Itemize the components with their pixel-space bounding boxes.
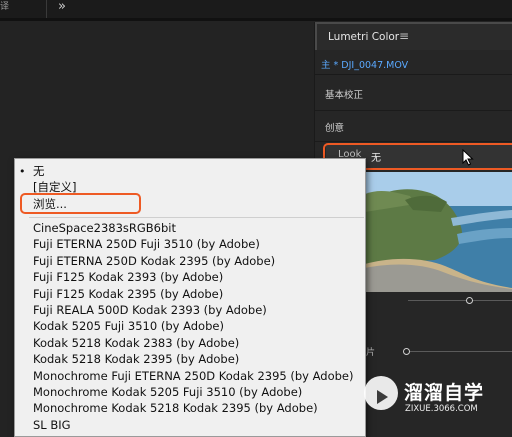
slider-knob-2[interactable] [403,348,410,355]
menu-item-lut[interactable]: SL BIG [33,418,71,432]
section-basic-correction[interactable]: 基本校正 [315,77,512,111]
browse-highlight-outline [20,193,141,214]
menu-separator [29,217,364,218]
divider [0,18,512,21]
menu-item-lut[interactable]: Fuji REALA 500D Kodak 2393 (by Adobe) [33,303,267,317]
menu-item-none[interactable]: 无 [33,163,45,179]
section-basic-label: 基本校正 [325,90,364,101]
slider-track-2[interactable] [408,351,512,352]
section-creative[interactable]: 创意 [315,111,512,142]
menu-item-lut[interactable]: Kodak 5218 Kodak 2395 (by Adobe) [33,352,239,366]
side-label: 片 [366,348,376,358]
menu-item-lut[interactable]: Monochrome Kodak 5218 Kodak 2395 (by Ado… [33,401,318,415]
mouse-cursor-icon [462,149,474,166]
menu-item-lut[interactable]: Kodak 5218 Kodak 2383 (by Adobe) [33,336,239,350]
watermark-url: ZIXUE.3066.COM [405,404,478,414]
slider-track-1[interactable] [408,300,512,301]
slider-knob-1[interactable] [466,297,473,304]
overflow-chevron-icon[interactable]: » [58,0,66,14]
panel-menu-icon[interactable]: ≡ [399,29,409,43]
panel-title[interactable]: Lumetri Color [328,31,399,43]
clip-selector[interactable]: 主 * DJI_0047.MOV [315,50,512,75]
tab-fragment[interactable]: 译 [0,0,47,18]
menu-item-lut[interactable]: Kodak 5205 Fuji 3510 (by Adobe) [33,319,224,333]
watermark-logo: 溜溜自学 ZIXUE.3066.COM [364,372,484,422]
section-creative-label: 创意 [325,123,345,134]
menu-item-lut[interactable]: Fuji ETERNA 250D Kodak 2395 (by Adobe) [33,254,275,268]
menu-item-lut[interactable]: Fuji F125 Kodak 2395 (by Adobe) [33,287,223,301]
look-preview-image [365,172,512,292]
panel-header: Lumetri Color ≡ [315,22,512,50]
watermark-name: 溜溜自学 [404,382,485,404]
menu-item-lut[interactable]: CineSpace2383sRGB6bit [33,221,176,235]
top-toolbar: 译 » [0,0,512,18]
menu-item-lut[interactable]: Monochrome Fuji ETERNA 250D Kodak 2395 (… [33,369,354,383]
play-logo-icon [364,376,398,410]
menu-item-lut[interactable]: Fuji ETERNA 250D Fuji 3510 (by Adobe) [33,237,260,251]
menu-item-lut[interactable]: Monochrome Kodak 5205 Fuji 3510 (by Adob… [33,385,302,399]
clip-name[interactable]: 主 * DJI_0047.MOV [321,57,408,71]
selected-bullet-icon: • [19,165,26,178]
menu-item-lut[interactable]: Fuji F125 Kodak 2393 (by Adobe) [33,270,223,284]
